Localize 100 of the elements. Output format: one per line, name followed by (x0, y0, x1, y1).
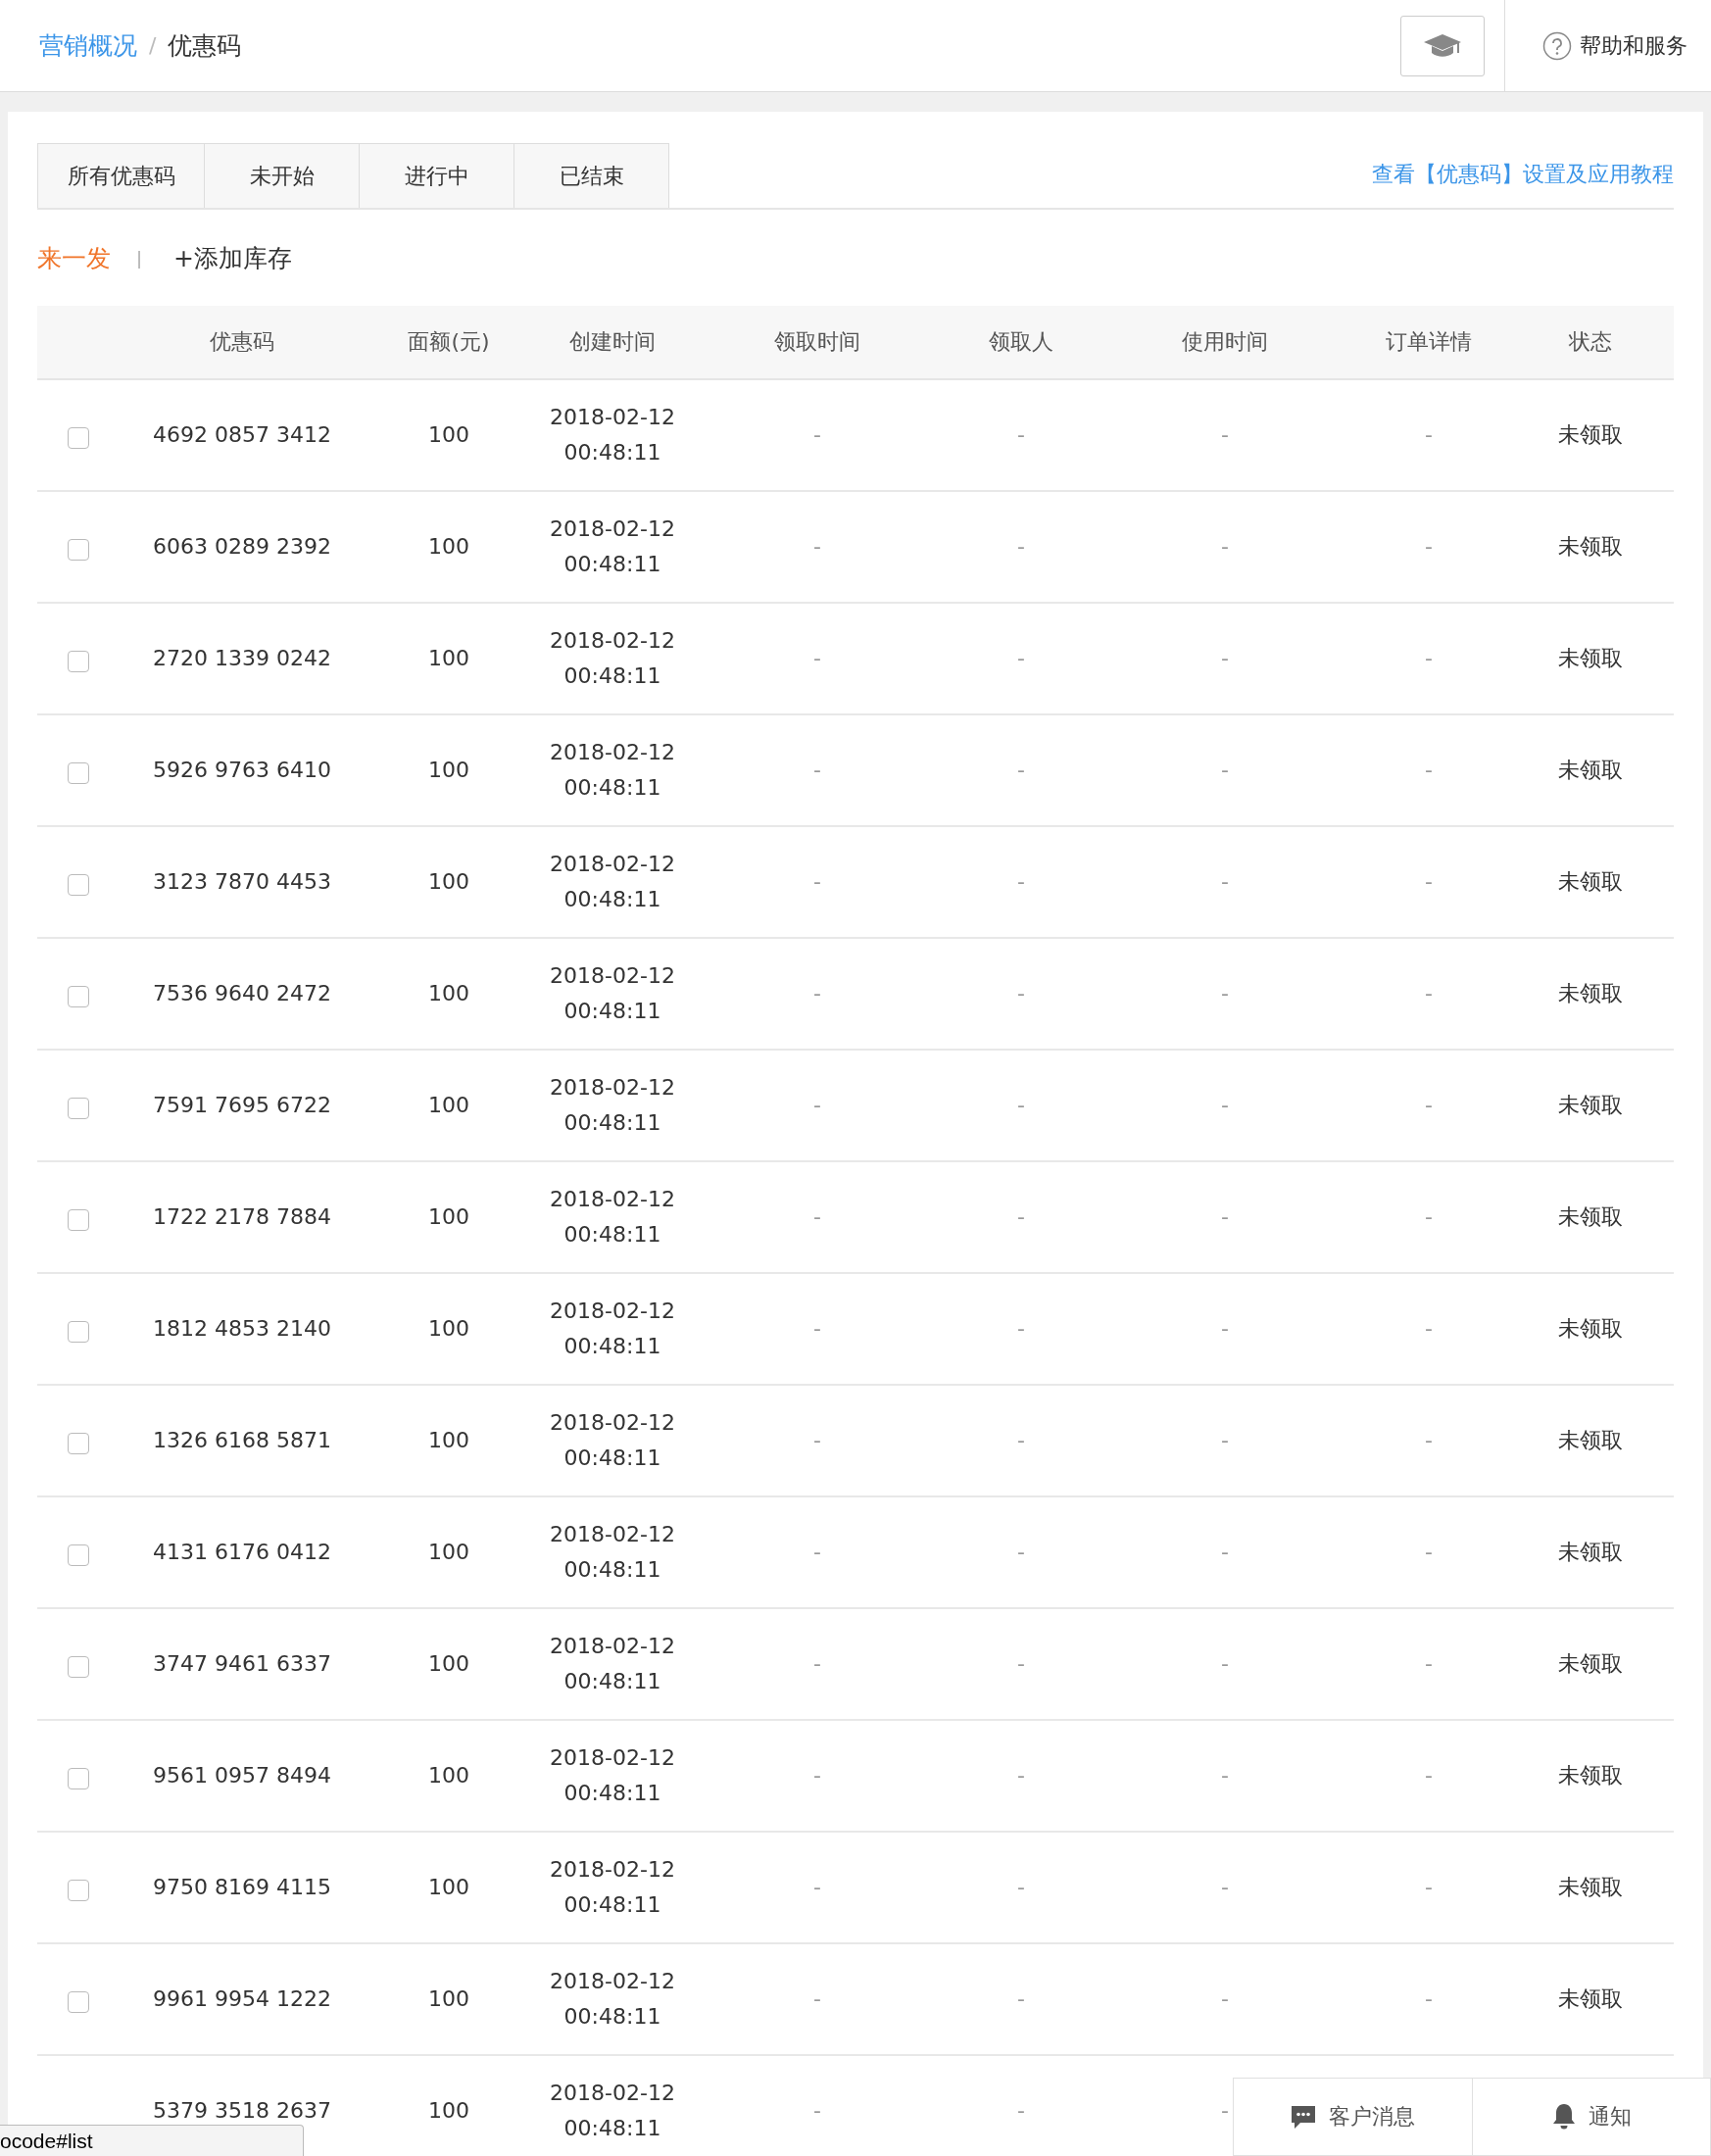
table-cell: - (813, 1204, 821, 1229)
table-cell: 未领取 (1558, 1093, 1623, 1117)
table-cell: 2018-02-12 00:48:11 (550, 1745, 675, 1805)
column-header: 优惠码 (210, 329, 274, 354)
table-cell: - (1017, 1316, 1025, 1341)
row-checkbox[interactable] (68, 1656, 89, 1678)
column-header: 面额(元) (408, 329, 490, 354)
table-cell: - (813, 1540, 821, 1564)
table-cell: - (1425, 1540, 1433, 1564)
table-cell: - (1425, 869, 1433, 894)
table-cell: 未领取 (1558, 534, 1623, 559)
table-cell: 9750 8169 4115 (153, 1875, 331, 1899)
table-cell: - (813, 1651, 821, 1676)
row-checkbox[interactable] (68, 1544, 89, 1566)
row-checkbox[interactable] (68, 1209, 89, 1231)
table-cell: 100 (428, 1986, 469, 2011)
table-cell: 2018-02-12 00:48:11 (550, 1410, 675, 1470)
table-cell: - (1221, 1204, 1229, 1229)
table-cell: - (1221, 1763, 1229, 1788)
table-cell: - (1425, 1763, 1433, 1788)
column-header: 状态 (1569, 329, 1612, 354)
table-cell: 100 (428, 1204, 469, 1229)
table-cell: - (813, 869, 821, 894)
row-checkbox[interactable] (68, 1768, 89, 1789)
column-header: 领取人 (989, 329, 1053, 354)
table-cell: 2018-02-12 00:48:11 (550, 1187, 675, 1247)
table-cell: 4692 0857 3412 (153, 422, 331, 447)
table-cell: - (1017, 1986, 1025, 2011)
table-cell: 未领取 (1558, 1763, 1623, 1788)
table-cell: - (813, 422, 821, 447)
table-cell: 未领取 (1558, 646, 1623, 670)
table-cell: - (1221, 646, 1229, 670)
table-cell: 100 (428, 869, 469, 894)
row-checkbox[interactable] (68, 986, 89, 1007)
table-cell: - (1221, 2098, 1229, 2123)
help-link[interactable]: 帮助和服务 (1580, 30, 1687, 61)
table-cell: 2018-02-12 00:48:11 (550, 963, 675, 1023)
filter-tab[interactable]: 进行中 (359, 143, 514, 208)
chat-icon (1290, 2104, 1318, 2130)
row-checkbox[interactable] (68, 651, 89, 672)
table-cell: - (1425, 1875, 1433, 1899)
row-checkbox[interactable] (68, 1098, 89, 1119)
table-cell: 100 (428, 1540, 469, 1564)
table-cell: - (1017, 1763, 1025, 1788)
table-cell: 100 (428, 1651, 469, 1676)
table-cell: - (1017, 422, 1025, 447)
table-cell: 2018-02-12 00:48:11 (550, 740, 675, 800)
table-cell: - (1221, 1093, 1229, 1117)
table-cell: 未领取 (1558, 1428, 1623, 1452)
table-cell: - (1425, 646, 1433, 670)
table-cell: 100 (428, 758, 469, 782)
table-cell: 7591 7695 6722 (153, 1093, 331, 1117)
table-cell: - (1017, 2098, 1025, 2123)
row-checkbox[interactable] (68, 874, 89, 896)
table-cell: 未领取 (1558, 1316, 1623, 1341)
row-checkbox[interactable] (68, 1321, 89, 1343)
table-cell: - (1017, 1875, 1025, 1899)
table-cell: 6063 0289 2392 (153, 534, 331, 559)
help-icon[interactable] (1542, 30, 1572, 61)
table-cell: - (1221, 534, 1229, 559)
add-stock-link[interactable]: +添加库存 (173, 241, 293, 274)
table-cell: - (1221, 422, 1229, 447)
row-checkbox[interactable] (68, 1433, 89, 1454)
table-cell: 100 (428, 534, 469, 559)
table-cell: - (1017, 1540, 1025, 1564)
row-checkbox[interactable] (68, 539, 89, 561)
table-cell: 2720 1339 0242 (153, 646, 331, 670)
column-header: 使用时间 (1182, 329, 1268, 354)
filter-tab[interactable]: 已结束 (513, 143, 669, 208)
filter-tab[interactable]: 未开始 (204, 143, 360, 208)
row-checkbox[interactable] (68, 427, 89, 449)
table-cell: - (1017, 534, 1025, 559)
table-cell: 未领取 (1558, 1540, 1623, 1564)
table-cell: - (1221, 758, 1229, 782)
table-cell: 100 (428, 1875, 469, 1899)
table-cell: - (1221, 1540, 1229, 1564)
table-cell: 100 (428, 422, 469, 447)
filter-tab[interactable]: 所有优惠码 (37, 143, 205, 208)
table-cell: 100 (428, 981, 469, 1005)
table-cell: - (1425, 534, 1433, 559)
table-cell: 2018-02-12 00:48:11 (550, 852, 675, 911)
table-cell: 2018-02-12 00:48:11 (550, 628, 675, 688)
table-cell: 未领取 (1558, 1204, 1623, 1229)
table-cell: 3123 7870 4453 (153, 869, 331, 894)
table-cell: - (1017, 1093, 1025, 1117)
table-cell: - (1221, 1875, 1229, 1899)
row-checkbox[interactable] (68, 1991, 89, 2013)
table-cell: - (1425, 1651, 1433, 1676)
table-cell: 100 (428, 646, 469, 670)
table-cell: 100 (428, 1093, 469, 1117)
table-cell: - (1017, 646, 1025, 670)
table-cell: - (1017, 1428, 1025, 1452)
table-cell: 9961 9954 1222 (153, 1986, 331, 2011)
row-checkbox[interactable] (68, 762, 89, 784)
table-cell: 未领取 (1558, 981, 1623, 1005)
table-cell: - (1425, 1316, 1433, 1341)
graduation-cap-button[interactable] (1400, 15, 1485, 76)
table-cell: 未领取 (1558, 1651, 1623, 1676)
breadcrumb-current: 优惠码 (168, 30, 242, 62)
row-checkbox[interactable] (68, 1880, 89, 1901)
